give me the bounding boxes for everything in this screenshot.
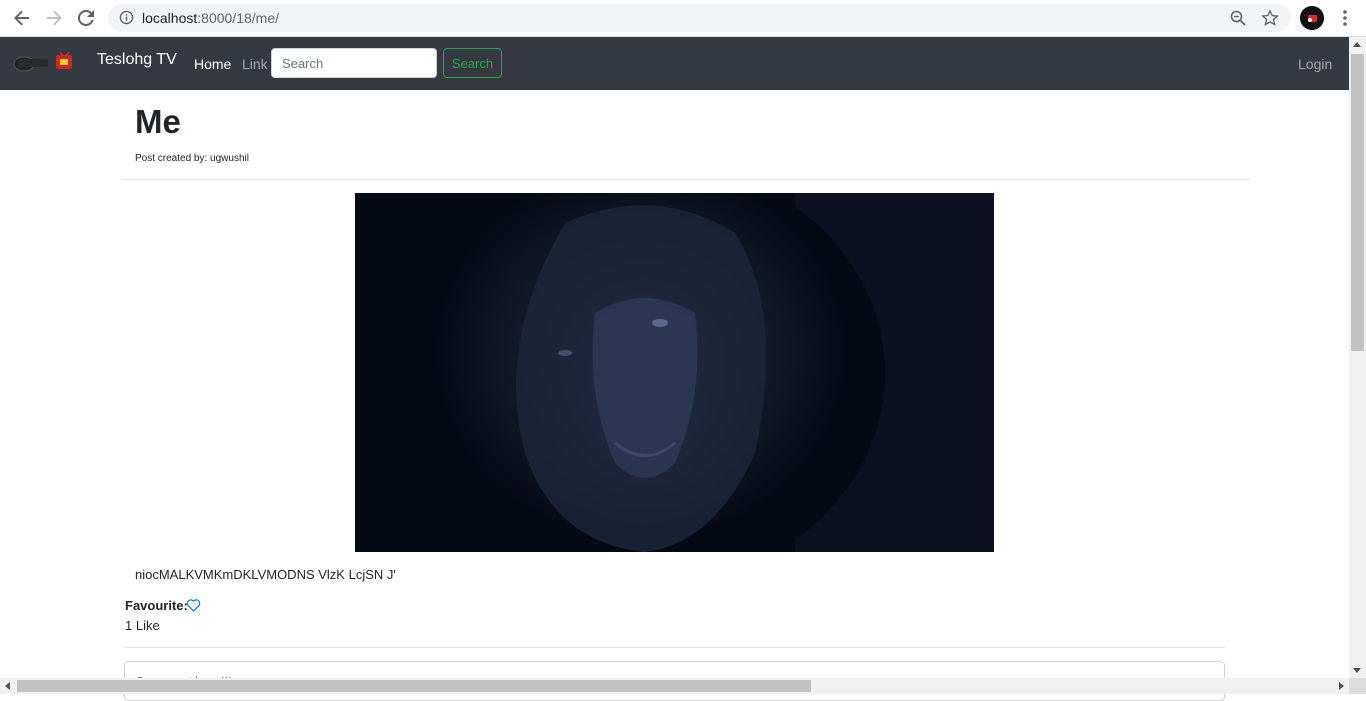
scrollbar-thumb[interactable] <box>1351 54 1364 351</box>
heart-icon[interactable] <box>186 598 201 612</box>
post-author: Post created by: ugwushil <box>135 153 249 164</box>
profile-avatar-icon[interactable] <box>1300 6 1324 30</box>
search-input[interactable] <box>271 48 437 78</box>
scroll-right-icon[interactable] <box>1339 682 1344 690</box>
post-image-lion <box>355 193 994 552</box>
info-icon[interactable] <box>119 10 134 25</box>
scroll-down-icon[interactable] <box>1353 668 1361 673</box>
favourite-label: Favourite: <box>125 598 188 613</box>
site-navbar: Teslohg TV Home Link Search Login <box>0 37 1349 90</box>
brand-name[interactable]: Teslohg TV <box>97 51 177 69</box>
url-text: localhost:8000/18/me/ <box>142 10 279 26</box>
forward-icon[interactable] <box>42 7 66 29</box>
brand-logo[interactable] <box>12 50 76 74</box>
horizontal-scrollbar[interactable] <box>0 678 1349 694</box>
nav-link-home[interactable]: Home <box>194 56 231 72</box>
browser-toolbar: localhost:8000/18/me/ <box>0 0 1366 37</box>
reload-icon[interactable] <box>74 7 98 29</box>
scroll-up-icon[interactable] <box>1353 42 1361 47</box>
search-button[interactable]: Search <box>443 48 502 78</box>
address-bar[interactable]: localhost:8000/18/me/ <box>108 4 1291 32</box>
like-count: 1 Like <box>125 618 160 633</box>
post-title: Me <box>135 103 181 140</box>
scroll-left-icon[interactable] <box>5 682 10 690</box>
scrollbar-thumb[interactable] <box>17 680 811 692</box>
vertical-scrollbar[interactable] <box>1349 37 1366 678</box>
login-link[interactable]: Login <box>1298 56 1332 72</box>
nav-link-link[interactable]: Link <box>242 56 268 72</box>
bookmark-star-icon[interactable] <box>1261 9 1279 27</box>
post-detail: Me Post created by: ugwushil niocMALKVMK… <box>0 90 1349 701</box>
back-icon[interactable] <box>10 7 34 29</box>
divider <box>124 647 1225 648</box>
divider <box>122 179 1250 180</box>
menu-kebab-icon[interactable] <box>1338 8 1352 28</box>
scrollbar-corner <box>1349 678 1366 694</box>
post-body: niocMALKVMKmDKLVMODNS VlzK LcjSN J' <box>135 567 396 582</box>
zoom-icon[interactable] <box>1230 10 1246 26</box>
